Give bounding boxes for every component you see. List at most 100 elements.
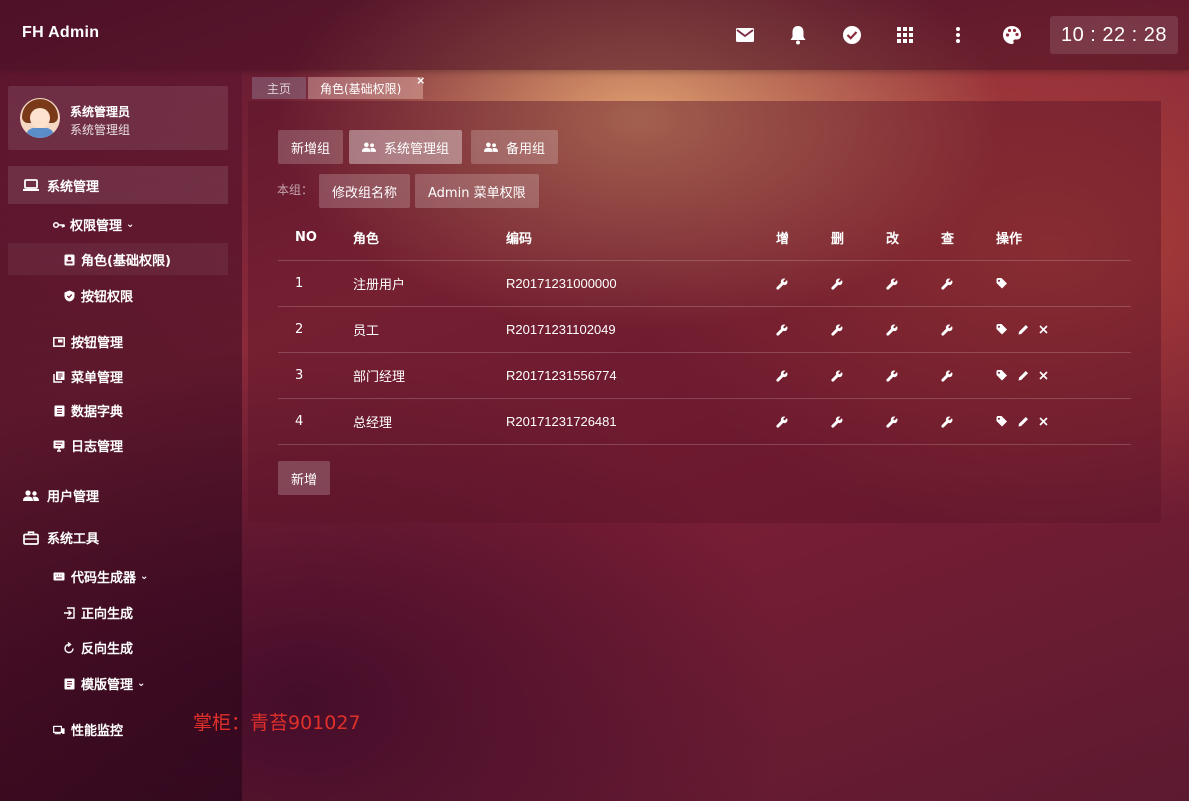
column-header-actions: 操作 xyxy=(996,231,1023,247)
tag-icon[interactable] xyxy=(996,278,1008,289)
user-card[interactable]: 系统管理员 系统管理组 xyxy=(8,86,228,150)
cell-role: 注册用户 xyxy=(353,278,406,293)
wrench-icon[interactable] xyxy=(776,307,788,352)
sidebar-item-log-management[interactable]: 日志管理 xyxy=(53,436,123,455)
sidebar-item-menu-management[interactable]: 菜单管理 xyxy=(53,367,123,386)
sidebar-item-label: 菜单管理 xyxy=(71,371,124,386)
users-icon xyxy=(484,142,498,152)
column-header-no: NO xyxy=(295,229,317,245)
sidebar-item-label: 系统管理 xyxy=(47,180,100,195)
wrench-icon[interactable] xyxy=(831,353,843,398)
close-icon[interactable] xyxy=(1039,325,1048,334)
sidebar-item-permission-management[interactable]: 权限管理 ⌄ xyxy=(53,215,134,234)
table-header-row: NO 角色 编码 增 删 改 查 操作 xyxy=(278,214,1131,261)
sidebar-item-user-management[interactable]: 用户管理 xyxy=(23,486,99,505)
palette-icon[interactable] xyxy=(999,22,1025,48)
column-header-delete: 删 xyxy=(831,231,845,247)
avatar xyxy=(20,98,60,138)
tag-icon[interactable] xyxy=(996,370,1008,381)
sidebar-item-label: 日志管理 xyxy=(71,440,124,455)
wrench-icon[interactable] xyxy=(776,353,788,398)
sidebar-item-label: 模版管理 xyxy=(81,678,134,693)
pencil-icon[interactable] xyxy=(1018,324,1029,335)
check-circle-icon[interactable] xyxy=(839,22,865,48)
cell-code: R20171231000000 xyxy=(506,276,617,291)
sidebar-item-code-generator[interactable]: 代码生成器 ⌄ xyxy=(53,567,148,586)
tag-icon[interactable] xyxy=(996,416,1008,427)
admin-menu-permission-button[interactable]: Admin 菜单权限 xyxy=(415,174,539,208)
cell-no: 4 xyxy=(295,414,304,429)
chevron-down-icon: ⌄ xyxy=(140,571,149,582)
tab-home[interactable]: 主页 xyxy=(252,77,306,99)
close-icon[interactable] xyxy=(1039,417,1048,426)
sidebar-item-label: 权限管理 xyxy=(70,219,123,234)
wrench-icon[interactable] xyxy=(776,399,788,444)
users-icon xyxy=(362,142,376,152)
wrench-icon[interactable] xyxy=(831,307,843,352)
wrench-icon[interactable] xyxy=(941,399,953,444)
column-header-view: 查 xyxy=(941,231,955,247)
table-row: 4 总经理 R20171231726481 xyxy=(278,399,1131,445)
clock-display: 10 : 22 : 28 xyxy=(1050,16,1178,54)
group-system-admin-button[interactable]: 系统管理组 xyxy=(349,130,463,164)
chevron-down-icon: ⌄ xyxy=(126,219,135,230)
sidebar-item-template-management[interactable]: 模版管理 ⌄ xyxy=(63,674,145,693)
close-icon[interactable]: × xyxy=(416,74,425,87)
wrench-icon[interactable] xyxy=(886,307,898,352)
sidebar-item-label: 数据字典 xyxy=(71,405,124,420)
brand-title[interactable]: FH Admin xyxy=(22,24,99,42)
column-header-code: 编码 xyxy=(506,230,533,246)
shield-icon xyxy=(63,290,75,302)
keyboard-icon xyxy=(53,572,65,581)
pencil-icon[interactable] xyxy=(1018,416,1029,427)
add-group-button[interactable]: 新增组 xyxy=(278,130,344,164)
user-group: 系统管理组 xyxy=(70,123,131,137)
sidebar-item-button-permission[interactable]: 按钮权限 xyxy=(63,286,133,305)
wrench-icon[interactable] xyxy=(886,399,898,444)
sidebar-item-label: 正向生成 xyxy=(81,607,134,622)
wrench-icon[interactable] xyxy=(776,261,788,306)
wrench-icon[interactable] xyxy=(886,261,898,306)
close-icon[interactable] xyxy=(1039,371,1048,380)
refresh-icon xyxy=(63,641,75,654)
pencil-icon[interactable] xyxy=(1018,370,1029,381)
sidebar-item-system-management[interactable]: 系统管理 xyxy=(23,176,99,195)
wrench-icon[interactable] xyxy=(831,261,843,306)
window-icon xyxy=(53,336,65,347)
sidebar-item-label: 代码生成器 xyxy=(71,571,137,586)
login-icon xyxy=(63,606,75,619)
column-header-add: 增 xyxy=(776,231,790,247)
tag-icon[interactable] xyxy=(996,324,1008,335)
sidebar-item-label: 系统工具 xyxy=(47,532,100,547)
tab-role-basic-permission[interactable]: 角色(基础权限) × xyxy=(308,74,425,99)
devices-icon xyxy=(53,725,65,735)
cell-no: 3 xyxy=(295,368,304,383)
add-role-button[interactable]: 新增 xyxy=(278,461,331,495)
sidebar-item-role-basic-permission[interactable]: 角色(基础权限) xyxy=(63,250,171,269)
sidebar-item-system-tools[interactable]: 系统工具 xyxy=(23,528,99,547)
sidebar-item-data-dictionary[interactable]: 数据字典 xyxy=(53,401,123,420)
cell-actions xyxy=(996,353,1048,398)
more-vert-icon[interactable] xyxy=(945,22,971,48)
cell-code: R20171231726481 xyxy=(506,414,617,429)
cell-role: 员工 xyxy=(353,324,380,339)
wrench-icon[interactable] xyxy=(941,353,953,398)
wrench-icon[interactable] xyxy=(831,399,843,444)
tab-label: 角色(基础权限) xyxy=(320,81,402,96)
cell-role: 部门经理 xyxy=(353,370,406,385)
monitor-icon xyxy=(53,440,65,452)
wrench-icon[interactable] xyxy=(941,307,953,352)
wrench-icon[interactable] xyxy=(941,261,953,306)
sidebar-item-performance-monitoring[interactable]: 性能监控 xyxy=(53,720,123,739)
wrench-icon[interactable] xyxy=(886,353,898,398)
table-row: 2 员工 R20171231102049 xyxy=(278,307,1131,353)
bell-icon[interactable] xyxy=(785,22,811,48)
mail-icon[interactable] xyxy=(732,22,758,48)
group-backup-button[interactable]: 备用组 xyxy=(471,130,559,164)
apps-grid-icon[interactable] xyxy=(892,22,918,48)
briefcase-icon xyxy=(23,530,39,545)
rename-group-button[interactable]: 修改组名称 xyxy=(319,174,411,208)
sidebar-item-button-management[interactable]: 按钮管理 xyxy=(53,332,123,351)
sidebar-item-forward-generation[interactable]: 正向生成 xyxy=(63,603,133,622)
sidebar-item-reverse-generation[interactable]: 反向生成 xyxy=(63,638,133,657)
